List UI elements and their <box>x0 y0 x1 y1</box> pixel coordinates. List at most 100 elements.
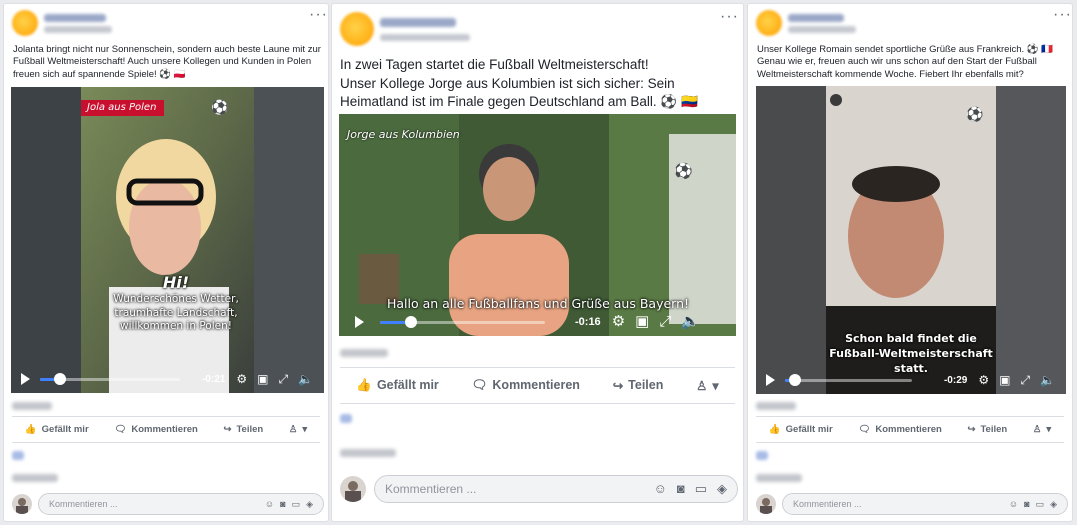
fullscreen-icon[interactable]: ⤢ <box>659 314 671 329</box>
time-remaining: -0:21 <box>201 373 226 385</box>
reaction-count-blurred[interactable] <box>756 402 796 410</box>
progress-bar[interactable] <box>40 372 180 385</box>
play-icon[interactable] <box>21 373 30 385</box>
sticker-icon[interactable]: ◈ <box>306 499 313 510</box>
time-remaining: -0:16 <box>575 316 601 328</box>
comment-button[interactable]: 🗨 Kommentieren <box>472 378 580 393</box>
pip-icon[interactable]: ▣ <box>257 373 268 385</box>
progress-bar[interactable] <box>380 315 545 328</box>
previous-comments-blurred[interactable] <box>12 451 24 460</box>
video-controls: -0:21 ⚙ ▣ ⤢ 🔈 <box>11 365 324 393</box>
more-options-icon[interactable]: ··· <box>1053 7 1072 23</box>
emoji-icon[interactable]: ☺ <box>654 481 667 497</box>
gif-icon[interactable]: ▭ <box>695 481 707 497</box>
progress-knob[interactable] <box>53 372 66 385</box>
profile-icon: ♙ <box>696 378 708 393</box>
post-timestamp-blurred[interactable] <box>788 26 856 33</box>
sticker-icon[interactable]: ◈ <box>1050 499 1057 510</box>
progress-bar[interactable] <box>785 373 912 386</box>
share-arrow-icon: ↪ <box>967 423 976 435</box>
pip-icon[interactable]: ▣ <box>999 374 1010 386</box>
progress-knob[interactable] <box>789 373 802 386</box>
play-icon[interactable] <box>766 374 775 386</box>
thumbs-up-icon: 👍 <box>768 423 781 435</box>
gif-icon[interactable]: ▭ <box>292 499 301 510</box>
page-avatar[interactable] <box>756 10 782 36</box>
volume-icon[interactable]: 🔈 <box>1040 374 1055 386</box>
more-options-icon[interactable]: ··· <box>309 7 328 23</box>
composer-icons: ☺ ◙ ▭ ◈ <box>265 499 313 510</box>
share-button[interactable]: ↪ Teilen <box>967 424 1007 435</box>
settings-gear-icon[interactable]: ⚙ <box>612 314 625 329</box>
soccer-mascot-icon: ⚽ <box>674 163 693 180</box>
page-name-blurred[interactable] <box>380 18 456 27</box>
fullscreen-icon[interactable]: ⤢ <box>278 373 288 385</box>
volume-icon[interactable]: 🔈 <box>681 314 700 329</box>
like-label: Gefällt mir <box>41 423 89 435</box>
share-label: Teilen <box>236 423 264 435</box>
fullscreen-icon[interactable]: ⤢ <box>1020 374 1030 386</box>
play-icon[interactable] <box>355 316 364 328</box>
comment-button[interactable]: 🗨 Kommentieren <box>858 424 942 435</box>
volume-icon[interactable]: 🔈 <box>298 373 313 385</box>
like-label: Gefällt mir <box>785 423 833 435</box>
comment-input[interactable]: Kommentieren ... ☺ ◙ ▭ ◈ <box>782 493 1068 515</box>
comment-input[interactable]: Kommentieren ... ☺ ◙ ▭ ◈ <box>374 475 738 503</box>
like-button[interactable]: 👍 Gefällt mir <box>356 378 438 393</box>
pip-icon[interactable]: ▣ <box>635 314 649 329</box>
comment-button[interactable]: 🗨 Kommentieren <box>114 424 198 435</box>
video-controls: -0:16 ⚙ ▣ ⤢ 🔈 <box>339 308 736 336</box>
previous-comments-blurred[interactable] <box>340 414 352 423</box>
progress-knob[interactable] <box>405 315 418 328</box>
settings-gear-icon[interactable]: ⚙ <box>236 373 247 385</box>
audience-selector[interactable]: ♙ ▾ <box>1033 424 1051 435</box>
user-avatar <box>756 494 776 514</box>
sticker-icon[interactable]: ◈ <box>717 481 727 497</box>
video-player[interactable]: ⚽ Schon bald findet die Fußball-Weltmeis… <box>756 86 1066 394</box>
comment-meta-blurred[interactable] <box>756 474 802 482</box>
comment-composer: Kommentieren ... ☺ ◙ ▭ ◈ <box>756 492 1068 516</box>
comment-composer: Kommentieren ... ☺ ◙ ▭ ◈ <box>340 473 738 505</box>
page-name-blurred[interactable] <box>44 14 106 22</box>
camera-icon[interactable]: ◙ <box>677 481 685 497</box>
divider <box>340 367 735 368</box>
post-timestamp-blurred[interactable] <box>380 34 470 41</box>
post-timestamp-blurred[interactable] <box>44 26 112 33</box>
audience-selector[interactable]: ♙ ▾ <box>696 378 719 393</box>
share-button[interactable]: ↪ Teilen <box>613 378 664 393</box>
share-button[interactable]: ↪ Teilen <box>223 424 263 435</box>
speech-bubble-icon: 🗨 <box>471 377 488 392</box>
audience-selector[interactable]: ♙ ▾ <box>289 424 307 435</box>
divider <box>756 416 1064 417</box>
user-avatar <box>12 494 32 514</box>
comment-meta-blurred[interactable] <box>340 449 396 457</box>
emoji-icon[interactable]: ☺ <box>1009 499 1018 510</box>
thumbs-up-icon: 👍 <box>24 423 37 435</box>
reaction-count-blurred[interactable] <box>12 402 52 410</box>
more-options-icon[interactable]: ··· <box>720 9 739 25</box>
profile-icon: ♙ <box>1032 423 1042 435</box>
divider <box>12 416 320 417</box>
camera-icon[interactable]: ◙ <box>280 499 285 510</box>
like-button[interactable]: 👍 Gefällt mir <box>769 424 833 435</box>
emoji-icon[interactable]: ☺ <box>265 499 274 510</box>
comment-meta-blurred[interactable] <box>12 474 58 482</box>
video-player[interactable]: Jorge aus Kolumbien ⚽ Hallo an alle Fußb… <box>339 114 736 336</box>
like-button[interactable]: 👍 Gefällt mir <box>25 424 89 435</box>
reaction-count-blurred[interactable] <box>340 349 388 357</box>
gif-icon[interactable]: ▭ <box>1036 499 1045 510</box>
page-avatar[interactable] <box>340 12 374 46</box>
video-player[interactable]: Jola aus Polen ⚽ Hi! Wunderschönes Wette… <box>11 87 324 393</box>
page-name-blurred[interactable] <box>788 14 844 22</box>
camera-icon[interactable]: ◙ <box>1024 499 1029 510</box>
post-card-3: ··· Unser Kollege Romain sendet sportlic… <box>747 3 1073 522</box>
soccer-mascot-icon: ⚽ <box>211 99 229 115</box>
comment-input[interactable]: Kommentieren ... ☺ ◙ ▭ ◈ <box>38 493 324 515</box>
previous-comments-blurred[interactable] <box>756 451 768 460</box>
action-bar: 👍 Gefällt mir 🗨 Kommentieren ↪ Teilen ♙ ▾ <box>12 418 320 440</box>
speech-bubble-icon: 🗨 <box>858 423 871 435</box>
settings-gear-icon[interactable]: ⚙ <box>978 374 989 386</box>
page-avatar[interactable] <box>12 10 38 36</box>
video-overlay-text: Wunderschönes Wetter, traumhafte Landsch… <box>113 293 239 333</box>
composer-icons: ☺ ◙ ▭ ◈ <box>654 481 727 497</box>
